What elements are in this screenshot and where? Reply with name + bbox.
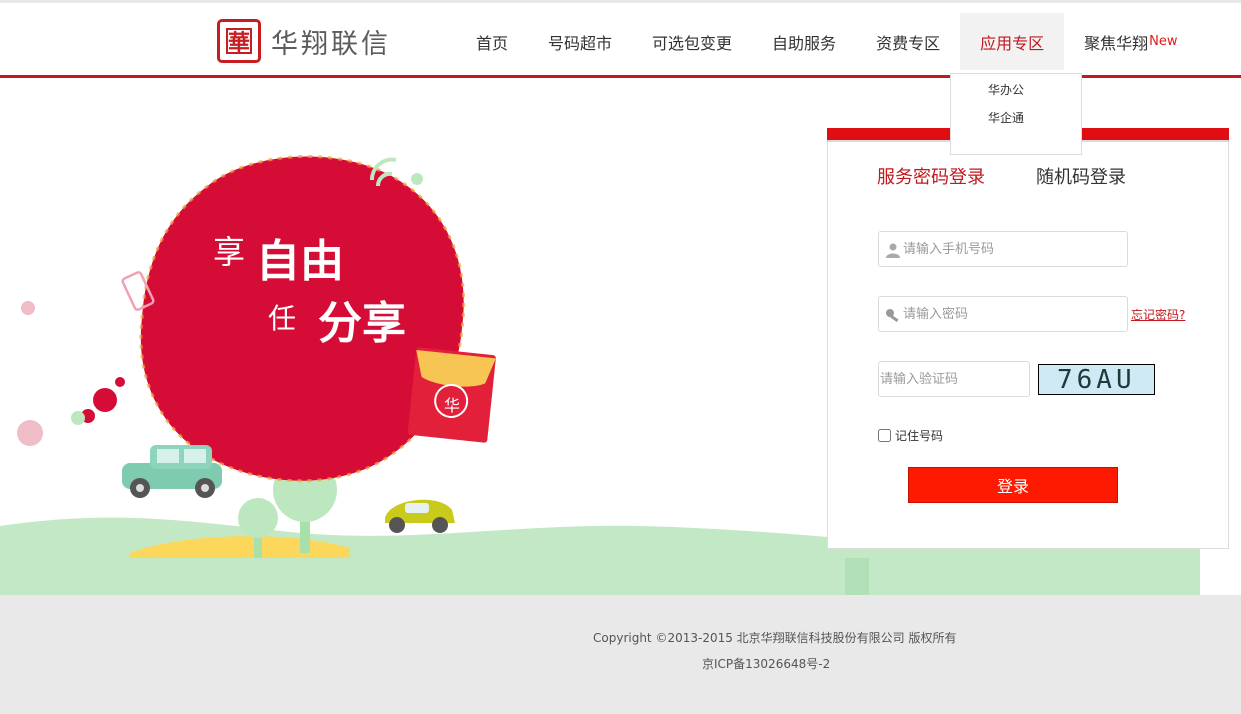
forgot-password-link[interactable]: 忘记密码? [1131,306,1185,323]
nav-item-home[interactable]: 首页 [456,13,528,70]
main-nav: 首页 号码超市 可选包变更 自助服务 资费专区 应用专区 聚焦华翔 New [456,13,1197,70]
dropdown-item-hua-enterprise[interactable]: 华企通 [988,109,1024,126]
key-icon [886,309,899,323]
nav-item-self-service[interactable]: 自助服务 [752,13,856,70]
password-input[interactable] [903,297,1127,331]
nav-item-focus[interactable]: 聚焦华翔 New [1064,13,1197,70]
captcha-text: 76AU [1057,365,1136,395]
phone-field [878,231,1128,267]
envelope-char: 华 [444,396,460,415]
remember-number[interactable]: 记住号码 [878,427,943,444]
nav-item-number-market[interactable]: 号码超市 [528,13,632,70]
nav-item-tariff[interactable]: 资费专区 [856,13,960,70]
login-panel: 服务密码登录 随机码登录 忘记密码? 76AU 记住号码 [827,128,1229,549]
captcha-input[interactable] [880,362,1029,396]
logo-mark-char: 華 [227,31,250,56]
captcha-image[interactable]: 76AU [1038,364,1155,395]
remember-checkbox[interactable] [878,429,891,442]
apps-dropdown-menu: 华办公 华企通 [950,73,1082,155]
slogan-line1-big: 自由 [256,236,344,287]
remember-label: 记住号码 [895,429,944,443]
footer: Copyright ©2013-2015 北京华翔联信科技股份有限公司 版权所有… [0,595,1241,714]
slogan-line2-big: 分享 [318,298,406,349]
page: 華 华翔联信 首页 号码超市 可选包变更 自助服务 资费专区 应用专区 聚焦华翔… [0,0,1241,714]
nav-item-package-change[interactable]: 可选包变更 [632,13,752,70]
captcha-field [878,361,1030,397]
header: 華 华翔联信 首页 号码超市 可选包变更 自助服务 资费专区 应用专区 聚焦华翔… [0,3,1241,76]
tab-random-code-login[interactable]: 随机码登录 [1036,163,1126,189]
nav-item-focus-label: 聚焦华翔 [1084,33,1149,53]
slogan-line2-small: 任 [268,302,296,335]
user-icon [886,243,900,258]
nav-item-apps[interactable]: 应用专区 [960,13,1065,70]
logo-mark-icon: 華 [217,19,261,63]
slogan-line1-small: 享 [213,233,245,271]
brand-name: 华翔联信 [271,28,391,60]
dropdown-item-hua-office[interactable]: 华办公 [988,81,1024,98]
icp-license: 京ICP备13026648号-2 [702,657,831,671]
login-button[interactable]: 登录 [908,467,1118,503]
tab-service-password-login[interactable]: 服务密码登录 [877,163,985,189]
new-badge: New [1149,34,1178,49]
password-field [878,296,1128,332]
logo[interactable]: 華 华翔联信 [217,19,391,63]
copyright-text: Copyright ©2013-2015 北京华翔联信科技股份有限公司 版权所有 [593,631,957,645]
phone-input[interactable] [903,232,1127,266]
